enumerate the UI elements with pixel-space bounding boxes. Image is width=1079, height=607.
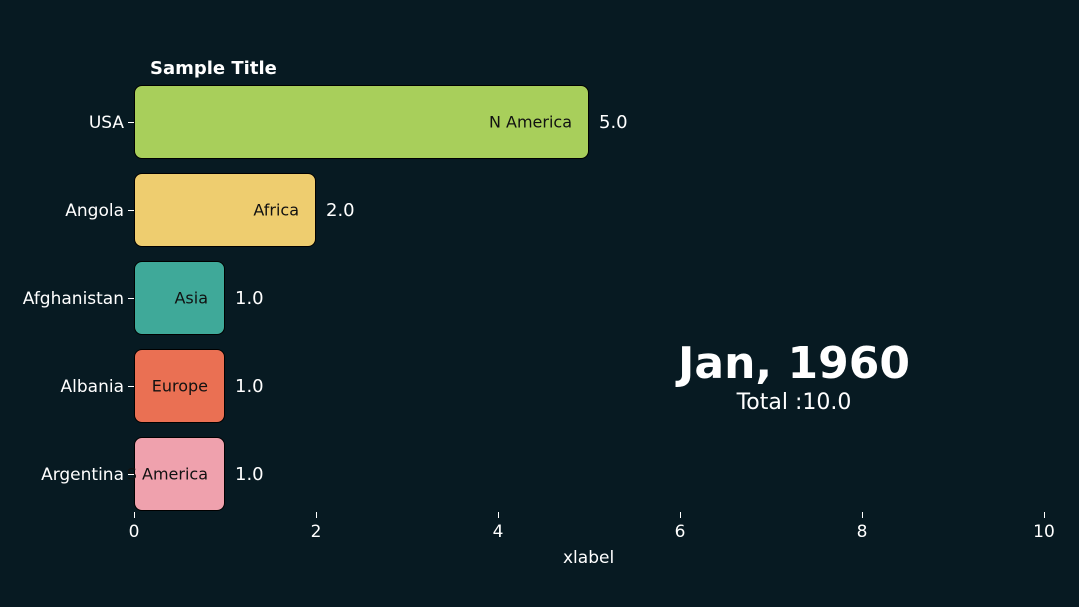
ytick-albania: Albania xyxy=(4,377,124,397)
xtick-mark xyxy=(498,512,499,518)
ytick-argentina: Argentina xyxy=(4,465,124,485)
bar-label-afghanistan: Asia xyxy=(174,289,208,308)
ytick-usa: USA xyxy=(4,113,124,133)
xtick-mark xyxy=(862,512,863,518)
bar-value-angola: 2.0 xyxy=(326,200,355,221)
total-label: Total :10.0 xyxy=(629,390,959,415)
ytick-mark xyxy=(128,298,134,299)
bar-value-afghanistan: 1.0 xyxy=(235,288,264,309)
ytick-mark xyxy=(128,122,134,123)
ytick-mark xyxy=(128,474,134,475)
bar-afghanistan: Asia xyxy=(134,261,225,335)
xtick-2: 2 xyxy=(311,522,322,542)
bar-value-albania: 1.0 xyxy=(235,376,264,397)
xtick-6: 6 xyxy=(675,522,686,542)
xtick-mark xyxy=(134,512,135,518)
bar-value-usa: 5.0 xyxy=(599,112,628,133)
bar-label-albania: Europe xyxy=(152,377,208,396)
bar-value-argentina: 1.0 xyxy=(235,464,264,485)
bar-albania: Europe xyxy=(134,349,225,423)
x-axis-label: xlabel xyxy=(563,548,614,568)
xtick-mark xyxy=(680,512,681,518)
ytick-mark xyxy=(128,386,134,387)
chart-title: Sample Title xyxy=(150,58,277,79)
xtick-10: 10 xyxy=(1033,522,1055,542)
xtick-0: 0 xyxy=(129,522,140,542)
bar-label-angola: Africa xyxy=(253,201,299,220)
bar-angola: Africa xyxy=(134,173,316,247)
bar-label-argentina: S America xyxy=(127,465,208,484)
xtick-8: 8 xyxy=(857,522,868,542)
ytick-afghanistan: Afghanistan xyxy=(4,289,124,309)
plot-area: N America 5.0 Africa 2.0 Asia 1.0 Europe… xyxy=(134,82,1044,512)
bar-usa: N America xyxy=(134,85,589,159)
bar-label-usa: N America xyxy=(489,113,572,132)
barh-chart: Sample Title N America 5.0 Africa 2.0 As… xyxy=(0,0,1079,607)
ytick-angola: Angola xyxy=(4,201,124,221)
xtick-mark xyxy=(1044,512,1045,518)
bar-argentina: S America xyxy=(134,437,225,511)
xtick-4: 4 xyxy=(493,522,504,542)
period-label: Jan, 1960 xyxy=(629,338,959,389)
xtick-mark xyxy=(316,512,317,518)
ytick-mark xyxy=(128,210,134,211)
